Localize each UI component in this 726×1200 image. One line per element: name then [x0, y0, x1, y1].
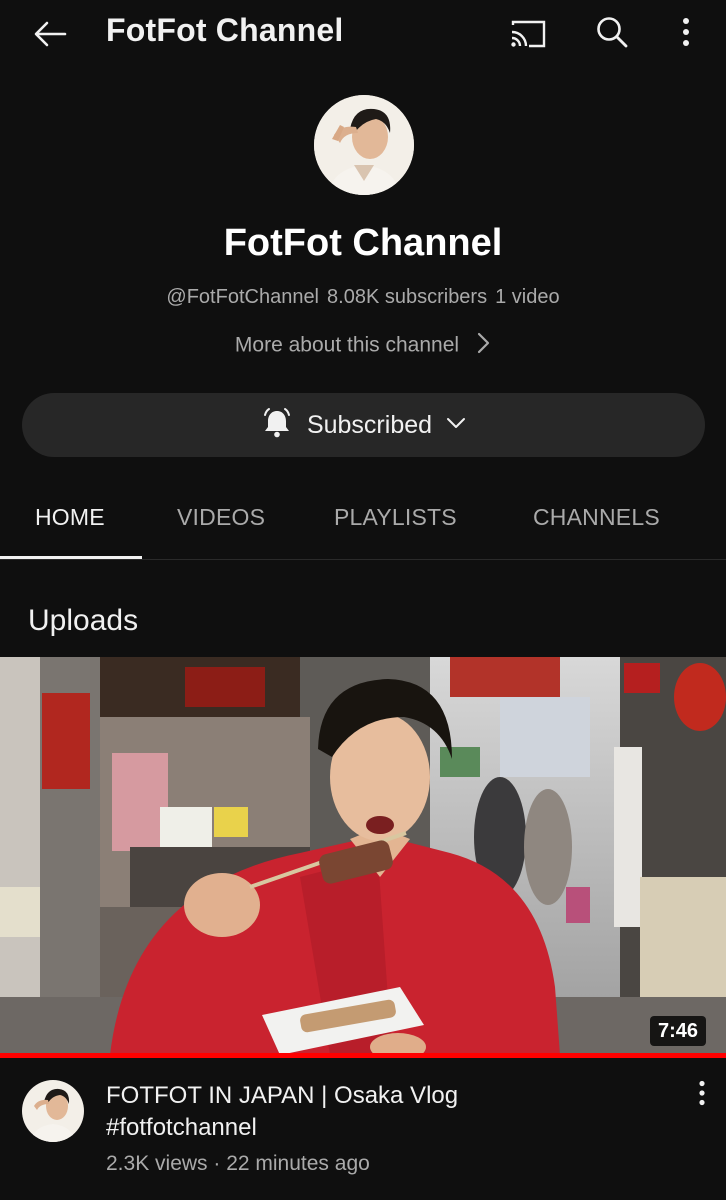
video-duration-badge: 7:46	[650, 1016, 707, 1046]
more-vert-icon[interactable]	[664, 12, 708, 52]
channel-tabs: HOME VIDEOS PLAYLISTS CHANNELS	[0, 480, 726, 560]
video-count: 1 video	[495, 286, 560, 308]
subscriber-count: 8.08K subscribers	[327, 286, 488, 308]
chevron-right-icon	[477, 332, 491, 360]
channel-meta: @FotFotChannel 8.08K subscribers 1 video	[0, 286, 726, 309]
top-app-bar: FotFot Channel	[0, 0, 726, 66]
tab-videos[interactable]: VIDEOS	[177, 504, 265, 531]
subscribed-button[interactable]: Subscribed	[22, 393, 705, 457]
video-title-line-2: #fotfotchannel	[106, 1114, 257, 1141]
channel-avatar[interactable]	[314, 95, 414, 195]
channel-handle: @FotFotChannel	[166, 286, 320, 308]
video-meta: 2.3K views · 22 minutes ago	[106, 1152, 370, 1175]
video-thumbnail[interactable]	[0, 657, 726, 1055]
back-arrow-icon[interactable]	[28, 14, 72, 54]
cast-icon[interactable]	[506, 14, 550, 54]
chevron-down-icon	[446, 416, 466, 434]
video-more-vert-icon[interactable]	[680, 1080, 724, 1120]
bell-icon	[261, 407, 293, 444]
search-icon[interactable]	[590, 12, 634, 52]
more-about-channel-link[interactable]: More about this channel	[0, 332, 726, 360]
more-about-label: More about this channel	[234, 333, 460, 357]
watch-progress-bar	[0, 1053, 726, 1058]
subscribed-label: Subscribed	[306, 410, 433, 439]
video-title[interactable]: FOTFOT IN JAPAN | Osaka Vlog #fotfotchan…	[106, 1080, 666, 1144]
video-channel-avatar[interactable]	[22, 1080, 84, 1142]
tab-playlists[interactable]: PLAYLISTS	[334, 504, 457, 531]
app-bar-title: FotFot Channel	[106, 12, 344, 48]
tab-channels[interactable]: CHANNELS	[533, 504, 660, 531]
tab-home[interactable]: HOME	[35, 504, 105, 531]
channel-name: FotFot Channel	[223, 222, 503, 264]
video-title-line-1: FOTFOT IN JAPAN | Osaka Vlog	[106, 1082, 459, 1109]
section-title-uploads: Uploads	[28, 604, 139, 637]
active-tab-indicator	[0, 556, 142, 559]
